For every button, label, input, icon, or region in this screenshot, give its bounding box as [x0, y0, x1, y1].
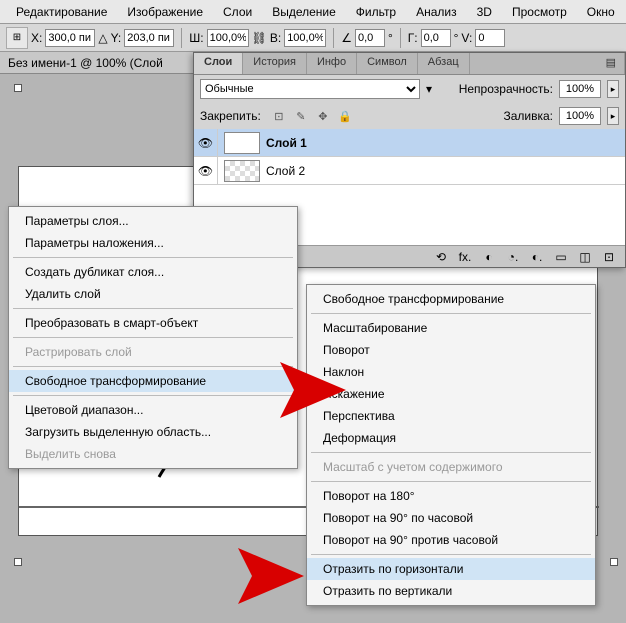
footer-icon-6[interactable]: ◫ [577, 250, 593, 264]
lock-paint-icon[interactable]: ✎ [293, 108, 309, 124]
menu-анализ[interactable]: Анализ [406, 2, 467, 22]
menu-item-16[interactable]: Отразить по вертикали [307, 580, 595, 602]
angle-label: ∠ [341, 31, 352, 45]
menu-item-2[interactable]: Масштабирование [307, 317, 595, 339]
menu-слои[interactable]: Слои [213, 2, 262, 22]
menu-item-0[interactable]: Параметры слоя... [9, 210, 297, 232]
menu-item-5[interactable]: Искажение [307, 383, 595, 405]
footer-icon-4[interactable]: ◐. [529, 250, 545, 264]
footer-icon-2[interactable]: ◐ [481, 250, 497, 264]
angle-input[interactable] [355, 29, 385, 47]
menu-item-15[interactable]: Отразить по горизонтали [307, 558, 595, 580]
menu-item-13[interactable]: Загрузить выделенную область... [9, 421, 297, 443]
h-input[interactable] [284, 29, 326, 47]
menu-item-8: Растрировать слой [9, 341, 297, 363]
reference-point-icon[interactable]: ⊞ [6, 27, 28, 49]
footer-icon-0[interactable]: ⟲ [433, 250, 449, 264]
w-input[interactable] [207, 29, 249, 47]
fill-input[interactable] [559, 107, 601, 125]
menu-item-9: Масштаб с учетом содержимого [307, 456, 595, 478]
lock-label: Закрепить: [200, 109, 261, 123]
context-menu-2[interactable]: Свободное трансформирование Масштабирован… [306, 284, 596, 606]
menu-item-3[interactable]: Создать дубликат слоя... [9, 261, 297, 283]
layer-name[interactable]: Слой 1 [266, 136, 307, 150]
panel-menu-icon[interactable]: ▤ [598, 53, 625, 74]
footer-icon-7[interactable]: ⊡ [601, 250, 617, 264]
panel-tab-1[interactable]: История [243, 53, 307, 74]
layer-row-0[interactable]: 👁 Слой 1 [194, 129, 625, 157]
opacity-input[interactable] [559, 80, 601, 98]
context-menu-1[interactable]: Параметры слоя...Параметры наложения... С… [8, 206, 298, 469]
panel-tab-3[interactable]: Символ [357, 53, 418, 74]
g-input[interactable] [421, 29, 451, 47]
h-label: В: [270, 31, 281, 45]
menu-item-6[interactable]: Перспектива [307, 405, 595, 427]
menu-item-4[interactable]: Удалить слой [9, 283, 297, 305]
layer-row-1[interactable]: 👁 Слой 2 [194, 157, 625, 185]
footer-icon-3[interactable]: ◔. [505, 250, 521, 264]
chevron-down-icon[interactable]: ▾ [426, 82, 432, 96]
g-label: Г: [408, 31, 418, 45]
menu-item-3[interactable]: Поворот [307, 339, 595, 361]
menu-item-12[interactable]: Цветовой диапазон... [9, 399, 297, 421]
panel-tab-0[interactable]: Слои [194, 53, 243, 74]
visibility-icon[interactable]: 👁 [194, 157, 218, 184]
blend-mode-select[interactable]: Обычные [200, 79, 420, 99]
layer-thumb[interactable] [224, 160, 260, 182]
link-icon[interactable]: ⛓ [252, 31, 267, 45]
main-menubar[interactable]: РедактированиеИзображениеСлоиВыделениеФи… [0, 0, 626, 24]
visibility-icon[interactable]: 👁 [194, 129, 218, 156]
panel-tabs[interactable]: СлоиИсторияИнфоСимволАбзац ▤ [194, 53, 625, 75]
panel-tab-4[interactable]: Абзац [418, 53, 470, 74]
menu-фильтр[interactable]: Фильтр [346, 2, 406, 22]
menu-просмотр[interactable]: Просмотр [502, 2, 577, 22]
layers-list: 👁 Слой 1 👁 Слой 2 [194, 129, 625, 185]
menu-item-6[interactable]: Преобразовать в смарт-объект [9, 312, 297, 334]
opacity-arrow[interactable]: ▸ [607, 80, 619, 98]
x-input[interactable] [45, 29, 95, 47]
menu-item-12[interactable]: Поворот на 90° по часовой [307, 507, 595, 529]
menu-окно[interactable]: Окно [577, 2, 625, 22]
menu-item-4[interactable]: Наклон [307, 361, 595, 383]
menu-редактирование[interactable]: Редактирование [6, 2, 117, 22]
x-label: X: [31, 31, 42, 45]
lock-transparency-icon[interactable]: ⊡ [271, 108, 287, 124]
footer-icon-5[interactable]: ▭ [553, 250, 569, 264]
red-arrow-1 [280, 362, 346, 418]
menu-item-13[interactable]: Поворот на 90° против часовой [307, 529, 595, 551]
menu-выделение[interactable]: Выделение [262, 2, 346, 22]
y-label: Y: [111, 31, 122, 45]
lock-position-icon[interactable]: ✥ [315, 108, 331, 124]
w-label: Ш: [189, 31, 203, 45]
v-input[interactable] [475, 29, 505, 47]
layer-thumb[interactable] [224, 132, 260, 154]
menu-item-10[interactable]: Свободное трансформирование [9, 370, 297, 392]
red-arrow-2 [238, 548, 304, 604]
menu-изображение[interactable]: Изображение [117, 2, 213, 22]
options-bar: ⊞ X: △ Y: Ш: ⛓ В: ∠ ° Г: ° V: [0, 24, 626, 52]
opacity-label: Непрозрачность: [459, 82, 553, 96]
menu-3d[interactable]: 3D [467, 2, 502, 22]
lock-all-icon[interactable]: 🔒 [337, 108, 353, 124]
menu-item-14: Выделить снова [9, 443, 297, 465]
menu-item-1[interactable]: Параметры наложения... [9, 232, 297, 254]
menu-item-0[interactable]: Свободное трансформирование [307, 288, 595, 310]
layer-name[interactable]: Слой 2 [266, 164, 305, 178]
panel-tab-2[interactable]: Инфо [307, 53, 357, 74]
delta-icon: △ [98, 31, 107, 45]
y-input[interactable] [124, 29, 174, 47]
menu-item-7[interactable]: Деформация [307, 427, 595, 449]
menu-item-11[interactable]: Поворот на 180° [307, 485, 595, 507]
fill-label: Заливка: [503, 109, 553, 123]
v-label: V: [461, 31, 472, 45]
fill-arrow[interactable]: ▸ [607, 107, 619, 125]
footer-icon-1[interactable]: fx. [457, 250, 473, 264]
